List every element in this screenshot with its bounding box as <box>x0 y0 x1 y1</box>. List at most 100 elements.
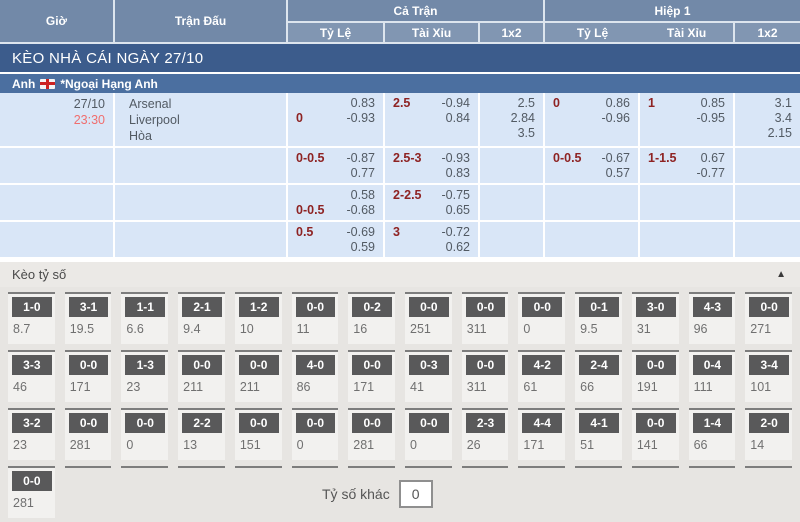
score-odds-cell[interactable]: 0-0211 <box>235 350 282 402</box>
score-label[interactable]: 0-4 <box>693 355 733 375</box>
odds-cell[interactable]: 0-0.5-0.870.77 <box>288 148 385 185</box>
score-label[interactable]: 4-1 <box>579 413 619 433</box>
collapse-arrow-icon[interactable]: ▲ <box>776 269 786 280</box>
score-odds-cell[interactable]: 0-0281 <box>65 408 112 460</box>
score-label[interactable]: 0-0 <box>296 413 336 433</box>
score-odds-cell[interactable]: 2-014 <box>745 408 792 460</box>
score-odds-cell[interactable]: 0-00 <box>518 292 565 344</box>
odds-cell[interactable]: 0-0.5-0.670.57 <box>545 148 640 185</box>
score-odds-cell[interactable]: 0-0281 <box>8 466 55 518</box>
score-odds-cell[interactable]: 0-00 <box>121 408 168 460</box>
score-label[interactable]: 3-1 <box>69 297 109 317</box>
score-label[interactable]: 0-0 <box>69 413 109 433</box>
odds-cell[interactable]: 0.580-0.5-0.68 <box>288 185 385 222</box>
score-label[interactable]: 0-1 <box>579 297 619 317</box>
score-label[interactable]: 0-0 <box>239 355 279 375</box>
score-odds-cell[interactable]: 1-08.7 <box>8 292 55 344</box>
odds-cell[interactable]: 0.830-0.93 <box>288 93 385 148</box>
score-label[interactable]: 3-4 <box>749 355 789 375</box>
score-label[interactable]: 2-3 <box>466 413 506 433</box>
odds-cell[interactable]: 2.5-3-0.930.83 <box>385 148 480 185</box>
score-odds-cell[interactable]: 4-4171 <box>518 408 565 460</box>
score-label[interactable]: 0-0 <box>636 413 676 433</box>
odds-cell[interactable]: 1-1.50.67-0.77 <box>640 148 735 185</box>
score-odds-cell[interactable]: 4-396 <box>689 292 736 344</box>
score-odds-cell[interactable]: 1-323 <box>121 350 168 402</box>
odds-cell[interactable]: 2.52.843.5 <box>480 93 545 148</box>
score-odds-cell[interactable]: 4-086 <box>292 350 339 402</box>
score-odds-cell[interactable]: 1-466 <box>689 408 736 460</box>
score-label[interactable]: 0-0 <box>466 355 506 375</box>
score-odds-cell[interactable]: 0-4111 <box>689 350 736 402</box>
score-odds-cell[interactable]: 1-210 <box>235 292 282 344</box>
score-label[interactable]: 0-0 <box>239 413 279 433</box>
score-odds-cell[interactable]: 3-223 <box>8 408 55 460</box>
score-label[interactable]: 0-0 <box>466 297 506 317</box>
score-label[interactable]: 3-0 <box>636 297 676 317</box>
score-odds-cell[interactable]: 0-0211 <box>178 350 225 402</box>
odds-cell[interactable]: 2-2.5-0.750.65 <box>385 185 480 222</box>
score-label[interactable]: 4-0 <box>296 355 336 375</box>
score-label[interactable]: 4-2 <box>522 355 562 375</box>
score-odds-cell[interactable]: 3-119.5 <box>65 292 112 344</box>
score-label[interactable]: 2-1 <box>182 297 222 317</box>
score-odds-cell[interactable]: 0-0191 <box>632 350 679 402</box>
score-label[interactable]: 2-2 <box>182 413 222 433</box>
odds-cell[interactable]: 10.85-0.95 <box>640 93 735 148</box>
score-odds-cell[interactable]: 0-0151 <box>235 408 282 460</box>
score-odds-cell[interactable]: 0-341 <box>405 350 452 402</box>
score-odds-cell[interactable]: 3-4101 <box>745 350 792 402</box>
score-odds-cell[interactable]: 0-0281 <box>348 408 395 460</box>
score-odds-cell[interactable]: 3-031 <box>632 292 679 344</box>
score-label[interactable]: 0-3 <box>409 355 449 375</box>
score-odds-cell[interactable]: 4-151 <box>575 408 622 460</box>
score-label[interactable]: 1-2 <box>239 297 279 317</box>
score-odds-cell[interactable]: 0-0171 <box>348 350 395 402</box>
odds-cell[interactable]: 0.5-0.690.59 <box>288 222 385 259</box>
score-odds-cell[interactable]: 0-0251 <box>405 292 452 344</box>
score-odds-cell[interactable]: 0-011 <box>292 292 339 344</box>
score-label[interactable]: 4-3 <box>693 297 733 317</box>
score-odds-cell[interactable]: 4-261 <box>518 350 565 402</box>
score-label[interactable]: 2-4 <box>579 355 619 375</box>
score-odds-cell[interactable]: 2-326 <box>462 408 509 460</box>
score-odds-cell[interactable]: 0-0271 <box>745 292 792 344</box>
score-label[interactable]: 0-0 <box>296 297 336 317</box>
score-label[interactable]: 2-0 <box>749 413 789 433</box>
score-odds-cell[interactable]: 0-0141 <box>632 408 679 460</box>
odds-cell[interactable]: 3.13.42.15 <box>735 93 800 148</box>
score-odds-cell[interactable]: 3-346 <box>8 350 55 402</box>
score-label[interactable]: 0-0 <box>69 355 109 375</box>
score-label[interactable]: 0-2 <box>352 297 392 317</box>
score-label[interactable]: 0-0 <box>522 297 562 317</box>
score-label[interactable]: 0-0 <box>12 471 52 491</box>
score-odds-cell[interactable]: 0-216 <box>348 292 395 344</box>
odds-cell[interactable]: 3-0.720.62 <box>385 222 480 259</box>
odds-cell[interactable]: 2.5-0.940.84 <box>385 93 480 148</box>
score-label[interactable]: 0-0 <box>352 413 392 433</box>
score-odds-cell[interactable]: 1-16.6 <box>121 292 168 344</box>
score-label[interactable]: 1-3 <box>125 355 165 375</box>
score-odds-cell[interactable]: 0-19.5 <box>575 292 622 344</box>
score-label[interactable]: 0-0 <box>352 355 392 375</box>
score-label[interactable]: 0-0 <box>749 297 789 317</box>
score-label[interactable]: 0-0 <box>409 297 449 317</box>
score-label[interactable]: 1-4 <box>693 413 733 433</box>
score-label[interactable]: 1-0 <box>12 297 52 317</box>
score-odds-cell[interactable]: 0-0171 <box>65 350 112 402</box>
score-odds-cell[interactable]: 2-19.4 <box>178 292 225 344</box>
score-odds-cell[interactable]: 0-0311 <box>462 292 509 344</box>
score-odds-cell[interactable]: 0-0311 <box>462 350 509 402</box>
score-label[interactable]: 1-1 <box>125 297 165 317</box>
score-label[interactable]: 3-2 <box>12 413 52 433</box>
score-label[interactable]: 0-0 <box>125 413 165 433</box>
score-odds-cell[interactable]: 0-00 <box>292 408 339 460</box>
other-score-input[interactable]: 0 <box>399 480 433 508</box>
score-label[interactable]: 0-0 <box>182 355 222 375</box>
odds-cell[interactable]: 00.86-0.96 <box>545 93 640 148</box>
score-label[interactable]: 0-0 <box>409 413 449 433</box>
score-label[interactable]: 3-3 <box>12 355 52 375</box>
score-label[interactable]: 0-0 <box>636 355 676 375</box>
score-odds-cell[interactable]: 0-00 <box>405 408 452 460</box>
score-label[interactable]: 4-4 <box>522 413 562 433</box>
